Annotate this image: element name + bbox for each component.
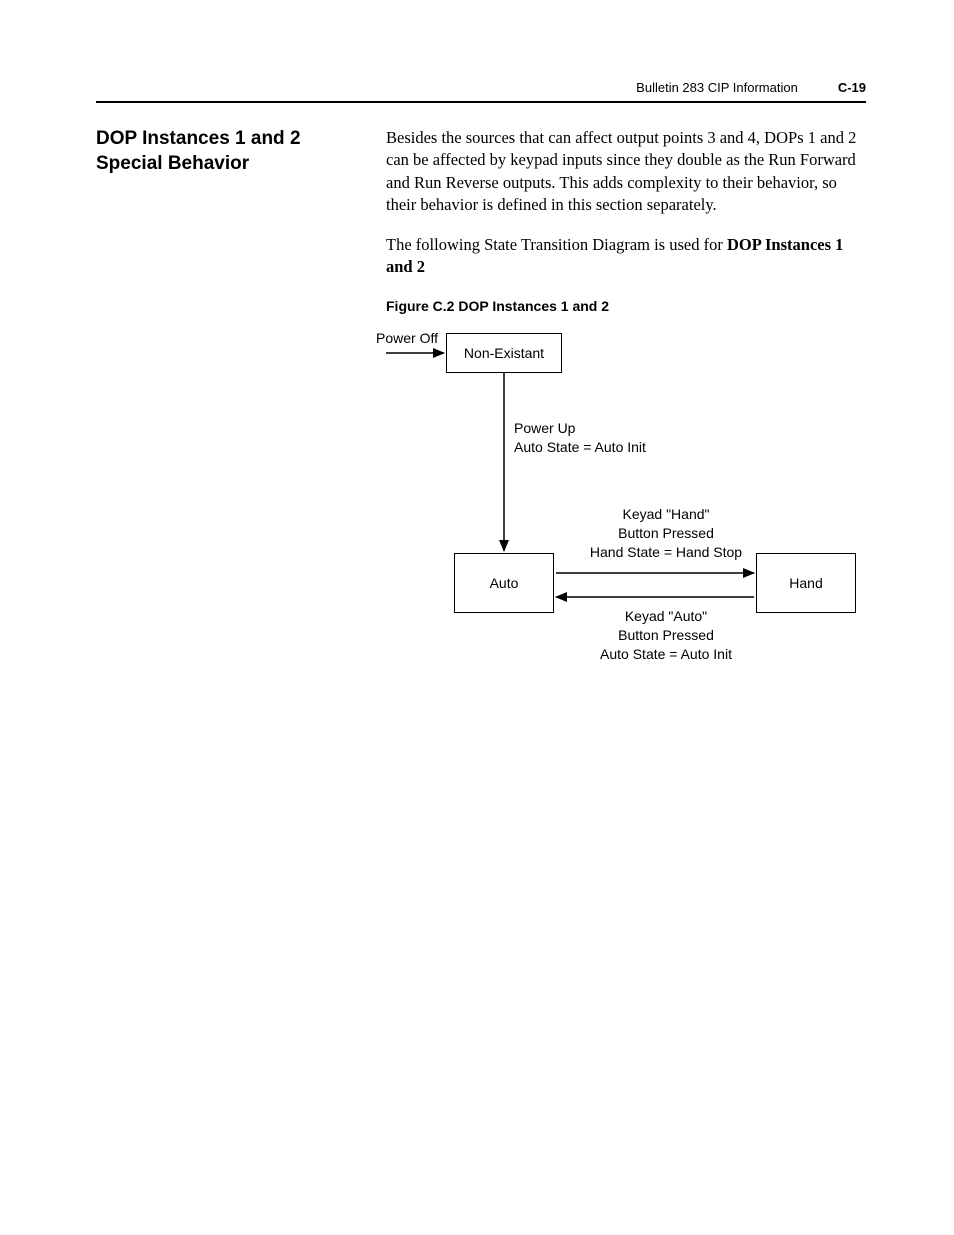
label-to-auto-line2: Button Pressed <box>618 627 714 643</box>
figure-caption: Figure C.2 DOP Instances 1 and 2 <box>386 297 866 316</box>
label-to-auto-line1: Keyad "Auto" <box>625 608 707 624</box>
running-header-title: Bulletin 283 CIP Information <box>636 80 798 95</box>
body-paragraph-1: Besides the sources that can affect outp… <box>386 127 866 216</box>
label-to-auto: Keyad "Auto" Button Pressed Auto State =… <box>576 607 756 664</box>
state-auto-label: Auto <box>490 574 519 593</box>
running-header: Bulletin 283 CIP Information C-19 <box>96 80 866 103</box>
section-heading: DOP Instances 1 and 2 Special Behavior <box>96 127 366 176</box>
state-hand-label: Hand <box>789 574 822 593</box>
state-non-existant: Non-Existant <box>446 333 562 373</box>
state-auto: Auto <box>454 553 554 613</box>
label-to-hand-line1: Keyad "Hand" <box>623 506 710 522</box>
body-paragraph-2: The following State Transition Diagram i… <box>386 234 866 279</box>
state-hand: Hand <box>756 553 856 613</box>
label-to-auto-line3: Auto State = Auto Init <box>600 646 732 662</box>
label-power-up-line2: Auto State = Auto Init <box>514 439 646 455</box>
state-diagram: Power Off Non-Existant Power Up Auto Sta… <box>376 329 866 669</box>
running-header-page: C-19 <box>838 80 866 95</box>
label-power-up-line1: Power Up <box>514 420 575 436</box>
state-non-existant-label: Non-Existant <box>464 344 544 363</box>
label-to-hand: Keyad "Hand" Button Pressed Hand State =… <box>576 505 756 562</box>
body-paragraph-2-lead: The following State Transition Diagram i… <box>386 235 727 254</box>
label-power-up: Power Up Auto State = Auto Init <box>514 419 646 457</box>
label-to-hand-line3: Hand State = Hand Stop <box>590 544 742 560</box>
label-power-off: Power Off <box>376 329 438 348</box>
label-to-hand-line2: Button Pressed <box>618 525 714 541</box>
